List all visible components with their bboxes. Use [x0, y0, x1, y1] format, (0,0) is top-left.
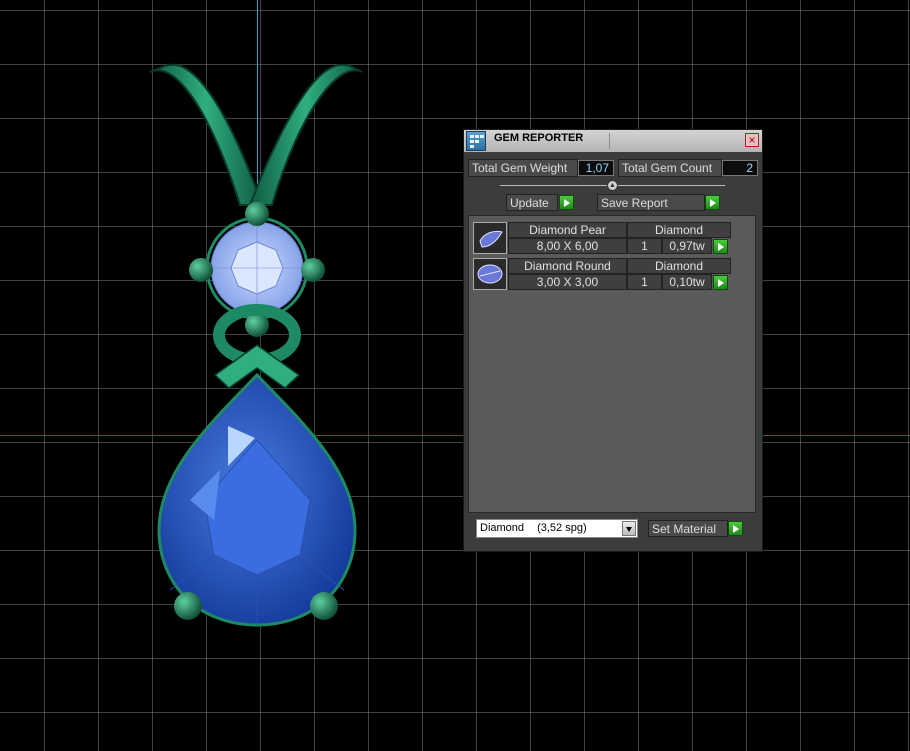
save-report-go-icon[interactable] [705, 195, 720, 210]
gem-weight: 0,97tw [662, 238, 712, 254]
title-divider [609, 133, 610, 149]
update-button[interactable]: Update [506, 194, 558, 211]
total-gem-count-value: 2 [722, 160, 758, 176]
gem-material: Diamond [627, 222, 731, 238]
save-report-button[interactable]: Save Report [597, 194, 705, 211]
gem-reporter-app-icon [466, 131, 486, 151]
gem-size: 8,00 X 6,00 [508, 238, 627, 254]
total-gem-weight-label: Total Gem Weight [468, 159, 578, 177]
gem-name: Diamond Round [508, 258, 627, 274]
gem-row-go-icon[interactable] [713, 239, 728, 254]
round-stone [205, 216, 309, 320]
3d-viewport[interactable] [0, 0, 910, 751]
bail-arms [149, 63, 363, 206]
set-material-go-icon[interactable] [728, 521, 743, 536]
total-gem-count-label: Total Gem Count [618, 159, 722, 177]
close-icon[interactable]: × [745, 133, 759, 147]
total-gem-weight-value: 1,07 [578, 160, 614, 176]
material-select-spg: (3,52 spg) [537, 522, 587, 534]
gem-qty: 1 [627, 238, 662, 254]
set-material-button[interactable]: Set Material [648, 520, 728, 537]
gem-weight: 0,10tw [662, 274, 712, 290]
gem-name: Diamond Pear [508, 222, 627, 238]
panel-titlebar[interactable]: GEM REPORTER × [464, 130, 762, 152]
pear-stone [157, 372, 357, 627]
chevron-down-icon[interactable] [622, 521, 636, 536]
pendant-model[interactable] [0, 0, 460, 751]
material-select[interactable]: Diamond (3,52 spg) [476, 519, 638, 538]
pear-gem-thumbnail-icon [473, 222, 507, 254]
round-gem-thumbnail-icon [473, 258, 507, 290]
update-go-icon[interactable] [559, 195, 574, 210]
gem-size: 3,00 X 3,00 [508, 274, 627, 290]
gem-row[interactable]: Diamond Pear Diamond 8,00 X 6,00 1 0,97t… [473, 222, 731, 256]
gem-row-go-icon[interactable] [713, 275, 728, 290]
collapse-handle-icon[interactable]: ▲ [607, 180, 618, 191]
gem-material: Diamond [627, 258, 731, 274]
gem-row[interactable]: Diamond Round Diamond 3,00 X 3,00 1 0,10… [473, 258, 731, 292]
material-select-value: Diamond [480, 522, 525, 534]
gem-qty: 1 [627, 274, 662, 290]
panel-title: GEM REPORTER [494, 132, 584, 144]
gem-list: Diamond Pear Diamond 8,00 X 6,00 1 0,97t… [468, 215, 756, 513]
gem-reporter-panel: GEM REPORTER × Total Gem Weight 1,07 Tot… [463, 129, 763, 552]
